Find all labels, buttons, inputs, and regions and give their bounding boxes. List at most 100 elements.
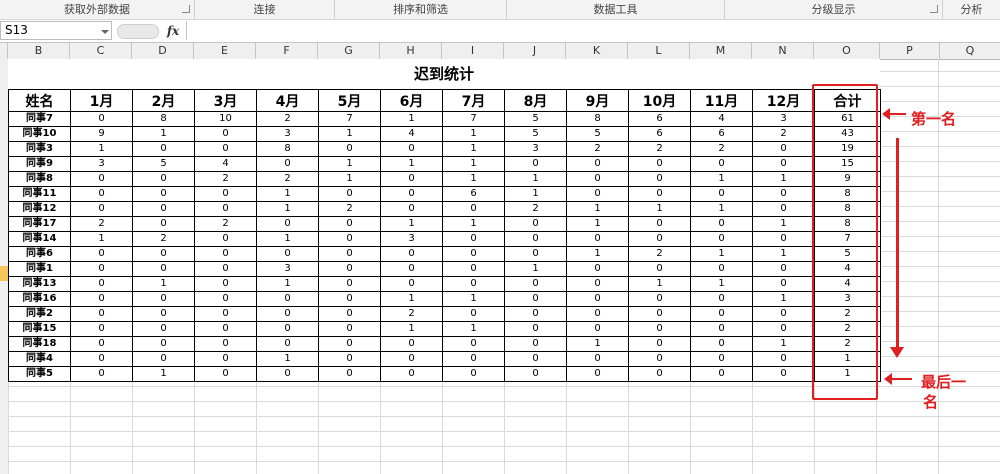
header-month[interactable]: 9月 — [566, 89, 629, 112]
month-cell[interactable]: 6 — [628, 111, 691, 127]
month-cell[interactable]: 1 — [566, 336, 629, 352]
name-box[interactable]: S13 — [0, 21, 112, 40]
month-cell[interactable]: 0 — [318, 366, 381, 382]
month-cell[interactable]: 0 — [628, 351, 691, 367]
total-cell[interactable]: 8 — [814, 216, 881, 232]
month-cell[interactable]: 0 — [752, 321, 815, 337]
employee-name-cell[interactable]: 同事5 — [8, 366, 71, 382]
month-cell[interactable]: 0 — [70, 261, 133, 277]
employee-name-cell[interactable]: 同事12 — [8, 201, 71, 217]
column-header[interactable]: H — [380, 43, 442, 59]
month-cell[interactable]: 0 — [132, 351, 195, 367]
month-cell[interactable]: 0 — [690, 336, 753, 352]
month-cell[interactable]: 1 — [752, 216, 815, 232]
month-cell[interactable]: 0 — [70, 321, 133, 337]
ribbon-group-sort-filter[interactable]: 排序和筛选 — [335, 0, 507, 19]
employee-name-cell[interactable]: 同事4 — [8, 351, 71, 367]
month-cell[interactable]: 0 — [194, 141, 257, 157]
month-cell[interactable]: 3 — [256, 126, 319, 142]
employee-name-cell[interactable]: 同事10 — [8, 126, 71, 142]
month-cell[interactable]: 0 — [690, 261, 753, 277]
month-cell[interactable]: 0 — [504, 231, 567, 247]
employee-name-cell[interactable]: 同事1 — [8, 261, 71, 277]
total-cell[interactable]: 2 — [814, 306, 881, 322]
header-month[interactable]: 2月 — [132, 89, 195, 112]
month-cell[interactable]: 7 — [442, 111, 505, 127]
column-header[interactable]: J — [504, 43, 566, 59]
total-cell[interactable]: 15 — [814, 156, 881, 172]
month-cell[interactable]: 1 — [256, 231, 319, 247]
column-header[interactable]: C — [70, 43, 132, 59]
employee-name-cell[interactable]: 同事13 — [8, 276, 71, 292]
employee-name-cell[interactable]: 同事14 — [8, 231, 71, 247]
total-cell[interactable]: 43 — [814, 126, 881, 142]
month-cell[interactable]: 2 — [256, 111, 319, 127]
month-cell[interactable]: 0 — [504, 351, 567, 367]
month-cell[interactable]: 1 — [132, 366, 195, 382]
header-month[interactable]: 4月 — [256, 89, 319, 112]
month-cell[interactable]: 0 — [628, 186, 691, 202]
total-cell[interactable]: 3 — [814, 291, 881, 307]
month-cell[interactable]: 0 — [194, 186, 257, 202]
month-cell[interactable]: 0 — [256, 246, 319, 262]
ribbon-group-data-tools[interactable]: 数据工具 — [507, 0, 725, 19]
formula-bar-resize-handle[interactable] — [117, 24, 159, 39]
month-cell[interactable]: 2 — [194, 171, 257, 187]
column-header[interactable]: Q — [940, 43, 1000, 59]
month-cell[interactable]: 0 — [628, 216, 691, 232]
month-cell[interactable]: 0 — [752, 276, 815, 292]
column-header[interactable]: E — [194, 43, 256, 59]
month-cell[interactable]: 0 — [70, 276, 133, 292]
header-month[interactable]: 10月 — [628, 89, 691, 112]
month-cell[interactable]: 2 — [132, 231, 195, 247]
month-cell[interactable]: 0 — [690, 366, 753, 382]
month-cell[interactable]: 7 — [318, 111, 381, 127]
total-cell[interactable]: 1 — [814, 351, 881, 367]
month-cell[interactable]: 3 — [752, 111, 815, 127]
employee-name-cell[interactable]: 同事11 — [8, 186, 71, 202]
month-cell[interactable]: 0 — [70, 306, 133, 322]
month-cell[interactable]: 1 — [318, 156, 381, 172]
month-cell[interactable]: 0 — [132, 201, 195, 217]
month-cell[interactable]: 0 — [628, 336, 691, 352]
month-cell[interactable]: 0 — [380, 261, 443, 277]
month-cell[interactable]: 0 — [132, 246, 195, 262]
month-cell[interactable]: 0 — [690, 216, 753, 232]
month-cell[interactable]: 0 — [380, 186, 443, 202]
month-cell[interactable]: 0 — [628, 306, 691, 322]
month-cell[interactable]: 8 — [566, 111, 629, 127]
month-cell[interactable]: 1 — [628, 276, 691, 292]
employee-name-cell[interactable]: 同事9 — [8, 156, 71, 172]
month-cell[interactable]: 0 — [132, 306, 195, 322]
month-cell[interactable]: 0 — [318, 261, 381, 277]
column-header[interactable]: N — [752, 43, 814, 59]
month-cell[interactable]: 0 — [256, 216, 319, 232]
month-cell[interactable]: 1 — [380, 156, 443, 172]
month-cell[interactable]: 0 — [256, 366, 319, 382]
month-cell[interactable]: 0 — [318, 276, 381, 292]
month-cell[interactable]: 0 — [442, 336, 505, 352]
month-cell[interactable]: 3 — [380, 231, 443, 247]
month-cell[interactable]: 0 — [690, 231, 753, 247]
month-cell[interactable]: 0 — [442, 351, 505, 367]
month-cell[interactable]: 1 — [70, 141, 133, 157]
month-cell[interactable]: 0 — [132, 321, 195, 337]
month-cell[interactable]: 0 — [194, 351, 257, 367]
month-cell[interactable]: 1 — [132, 276, 195, 292]
month-cell[interactable]: 1 — [256, 351, 319, 367]
month-cell[interactable]: 5 — [504, 126, 567, 142]
month-cell[interactable]: 1 — [256, 201, 319, 217]
month-cell[interactable]: 1 — [752, 171, 815, 187]
employee-name-cell[interactable]: 同事8 — [8, 171, 71, 187]
employee-name-cell[interactable]: 同事3 — [8, 141, 71, 157]
total-cell[interactable]: 8 — [814, 201, 881, 217]
month-cell[interactable]: 2 — [380, 306, 443, 322]
month-cell[interactable]: 0 — [194, 366, 257, 382]
total-cell[interactable]: 4 — [814, 261, 881, 277]
column-header[interactable]: K — [566, 43, 628, 59]
month-cell[interactable]: 0 — [752, 156, 815, 172]
month-cell[interactable]: 0 — [442, 231, 505, 247]
month-cell[interactable]: 0 — [70, 111, 133, 127]
month-cell[interactable]: 0 — [628, 231, 691, 247]
month-cell[interactable]: 1 — [566, 201, 629, 217]
